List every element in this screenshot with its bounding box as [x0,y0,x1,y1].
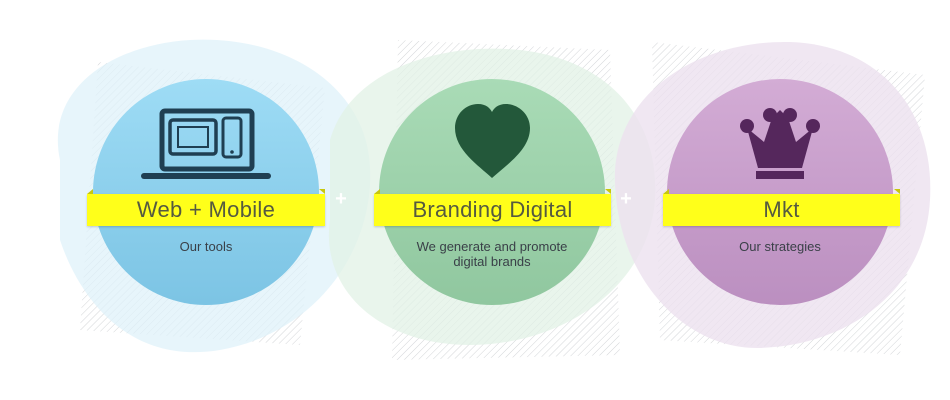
plus-separator: + [335,188,347,210]
service-caption-branding: We generate and promote digital brands [416,239,568,269]
service-title-mkt: Mkt [663,189,900,226]
service-title-branding: Branding Digital [374,189,611,226]
service-title-web-mobile: Web + Mobile [87,189,325,226]
plus-separator: + [620,188,632,210]
services-section: Web + Mobile Branding Digital Mkt Our to… [0,0,950,400]
service-caption-web-mobile: Our tools [179,239,233,254]
service-caption-mkt: Our strategies [739,239,821,254]
